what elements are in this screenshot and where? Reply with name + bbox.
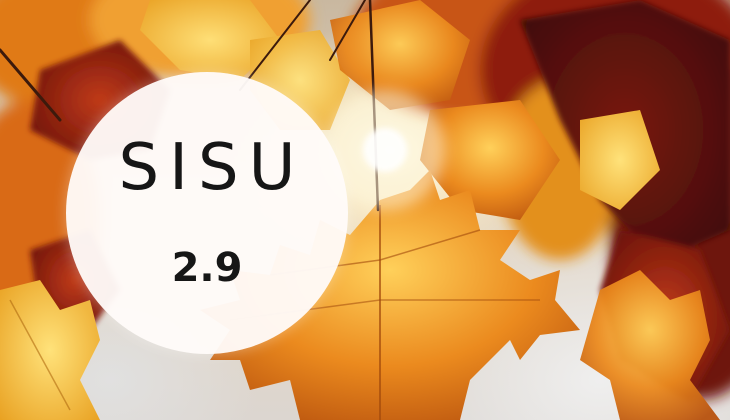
- maple-leaf-right: [580, 270, 720, 420]
- brand-title: SISU: [118, 131, 306, 205]
- autumn-leaves-photo: SISU 2.9: [0, 0, 730, 420]
- brand-version: 2.9: [171, 245, 243, 291]
- brand-circle: SISU 2.9: [66, 72, 348, 354]
